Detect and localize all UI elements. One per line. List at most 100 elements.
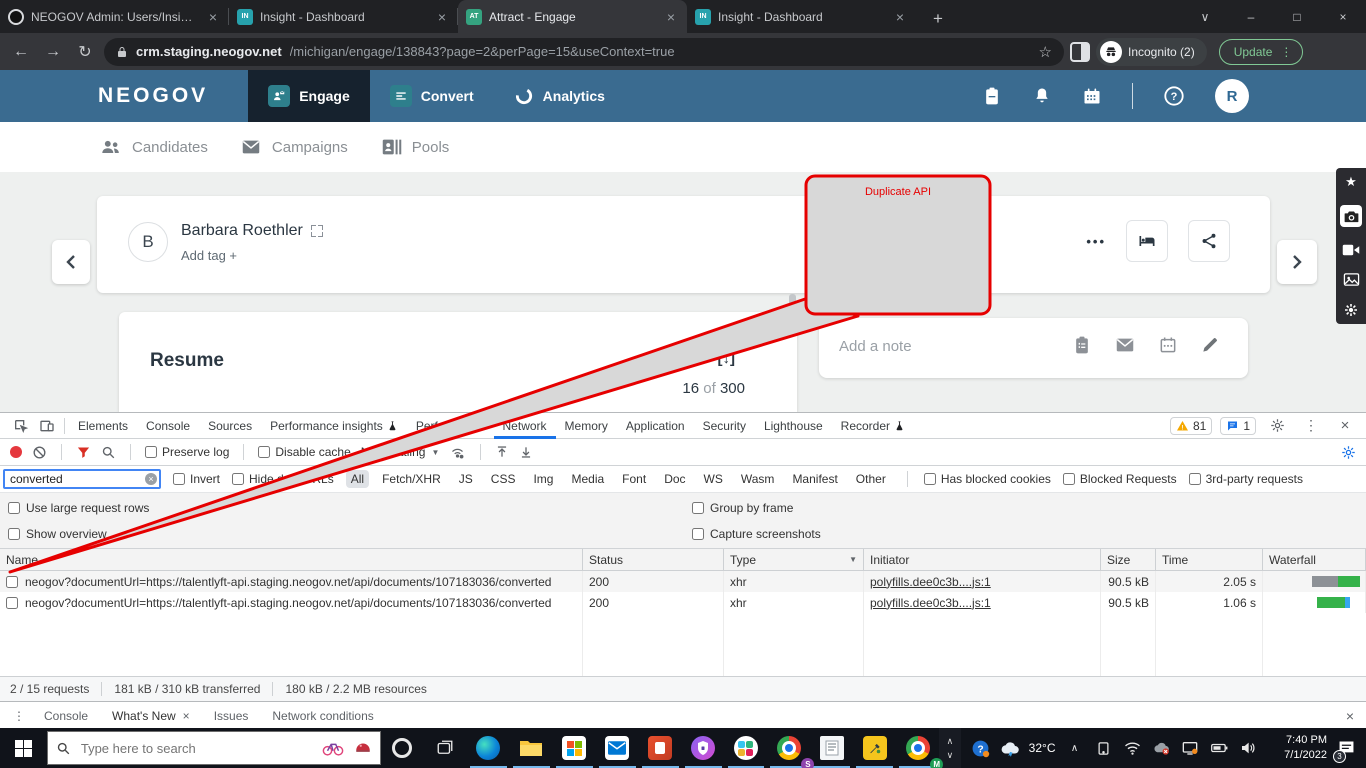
rest-bed-button[interactable] [1126, 220, 1168, 262]
column-header-size[interactable]: Size [1101, 549, 1156, 570]
download-resume-icon[interactable]: [↓] [718, 350, 736, 367]
column-header-initiator[interactable]: Initiator [864, 549, 1101, 570]
devtools-tab-network[interactable]: Network [494, 413, 556, 439]
type-filter-font[interactable]: Font [617, 470, 651, 488]
bookmark-star-icon[interactable]: ☆ [1039, 43, 1052, 61]
reload-icon[interactable]: ↻ [72, 39, 98, 65]
tab-close-icon[interactable]: × [892, 9, 908, 25]
duplicate-indicator-icon[interactable] [311, 225, 323, 237]
note-edit-pencil-icon[interactable] [1200, 335, 1220, 355]
devtools-tab-elements[interactable]: Elements [69, 413, 137, 439]
sync-error-icon[interactable] [1151, 738, 1171, 758]
devtools-menu-kebab-icon[interactable]: ⋮ [1298, 414, 1324, 438]
request-initiator-link[interactable]: polyfills.dee0c3b....js:1 [870, 575, 991, 589]
column-header-waterfall[interactable]: Waterfall [1263, 549, 1366, 570]
devtools-settings-gear-icon[interactable] [1264, 414, 1290, 438]
taskbar-app-file-explorer[interactable] [510, 728, 553, 768]
hide-data-urls-checkbox[interactable]: Hide data URLs [232, 472, 334, 486]
weather-temp[interactable]: 32°C [1029, 741, 1056, 755]
devtools-tab-lighthouse[interactable]: Lighthouse [755, 413, 832, 439]
column-header-type[interactable]: Type ▼ [724, 549, 864, 570]
devtools-tab-sources[interactable]: Sources [199, 413, 261, 439]
warnings-badge[interactable]: ! 81 [1170, 417, 1212, 435]
type-filter-wasm[interactable]: Wasm [736, 470, 780, 488]
taskbar-app-chrome-profile-s[interactable]: S [767, 728, 810, 768]
blocked-requests-checkbox[interactable]: Blocked Requests [1063, 472, 1177, 486]
type-filter-media[interactable]: Media [566, 470, 609, 488]
blocked-requests-box[interactable] [1063, 473, 1075, 485]
show-overview-box[interactable] [8, 528, 20, 540]
devtools-tab-recorder[interactable]: Recorder [832, 413, 914, 439]
drawer-menu-kebab-icon[interactable]: ⋮ [6, 704, 32, 728]
drawer-tab-issues[interactable]: Issues [202, 702, 261, 730]
row-checkbox[interactable] [6, 576, 18, 588]
third-party-requests-checkbox[interactable]: 3rd-party requests [1189, 472, 1303, 486]
taskbar-clock[interactable]: 7:40 PM 7/1/2022 [1266, 733, 1327, 763]
volume-icon[interactable] [1238, 738, 1258, 758]
share-button[interactable] [1188, 220, 1230, 262]
devtools-tab-security[interactable]: Security [694, 413, 755, 439]
disable-cache-box[interactable] [258, 446, 270, 458]
scroll-down-icon[interactable]: ∨ [947, 750, 954, 761]
record-network-log-button[interactable] [10, 446, 22, 458]
calendar-icon[interactable] [1082, 86, 1102, 106]
battery-icon[interactable] [1209, 738, 1229, 758]
type-filter-all[interactable]: All [346, 470, 369, 488]
weather-cloud-icon[interactable] [1000, 738, 1020, 758]
taskbar-search[interactable] [47, 731, 381, 765]
scroll-up-icon[interactable]: ∧ [947, 736, 954, 747]
drawer-tab-close-icon[interactable]: × [183, 709, 190, 723]
minimize-button[interactable]: – [1228, 0, 1274, 33]
devtools-tab-performance-insights[interactable]: Performance insights [261, 413, 407, 439]
taskbar-app-office[interactable] [639, 728, 682, 768]
capture-pin-star-icon[interactable]: ★ [1345, 174, 1357, 190]
add-note-card[interactable]: Add a note [819, 318, 1248, 378]
devtools-tab-application[interactable]: Application [617, 413, 694, 439]
taskbar-app-store[interactable] [553, 728, 596, 768]
import-har-icon[interactable] [495, 445, 509, 459]
update-button[interactable]: Update ⋮ [1219, 39, 1304, 65]
add-tag-button[interactable]: Add tag + [181, 248, 237, 263]
drawer-tab-whats-new[interactable]: What's New × [100, 702, 202, 730]
note-tasks-icon[interactable] [1072, 335, 1092, 355]
devtools-close-icon[interactable]: × [1332, 414, 1358, 438]
type-filter-doc[interactable]: Doc [659, 470, 690, 488]
hide-data-urls-box[interactable] [232, 473, 244, 485]
drawer-tab-network-conditions[interactable]: Network conditions [260, 702, 385, 730]
type-filter-manifest[interactable]: Manifest [787, 470, 842, 488]
screen-cast-icon[interactable] [1180, 738, 1200, 758]
has-blocked-cookies-checkbox[interactable]: Has blocked cookies [924, 472, 1051, 486]
tab-close-icon[interactable]: × [663, 9, 679, 25]
drawer-close-icon[interactable]: × [1346, 708, 1354, 724]
browser-tab-3-active[interactable]: AT Attract - Engage × [458, 0, 687, 33]
taskbar-app-chrome-profile-m[interactable]: M [896, 728, 939, 768]
taskbar-app-toolbox[interactable] [853, 728, 896, 768]
tasks-clipboard-icon[interactable] [982, 86, 1002, 106]
browser-tab-4[interactable]: IN Insight - Dashboard × [687, 0, 916, 33]
group-by-frame-checkbox[interactable]: Group by frame [692, 501, 793, 515]
clear-network-log-icon[interactable] [32, 445, 47, 460]
image-gallery-icon[interactable] [1343, 272, 1360, 287]
maximize-button[interactable]: □ [1274, 0, 1320, 33]
subnav-candidates[interactable]: Candidates [100, 136, 208, 158]
screenshot-camera-icon[interactable] [1340, 205, 1362, 227]
filter-funnel-icon[interactable] [76, 445, 91, 460]
type-filter-xhr[interactable]: Fetch/XHR [377, 470, 446, 488]
nav-analytics[interactable]: Analytics [494, 70, 625, 122]
tab-close-icon[interactable]: × [205, 9, 221, 25]
devtools-tab-performance[interactable]: Performance [407, 413, 494, 439]
has-blocked-cookies-box[interactable] [924, 473, 936, 485]
subnav-campaigns[interactable]: Campaigns [240, 136, 348, 158]
network-conditions-icon[interactable] [449, 445, 466, 460]
capture-screenshots-checkbox[interactable]: Capture screenshots [692, 527, 821, 541]
request-initiator-link[interactable]: polyfills.dee0c3b....js:1 [870, 596, 991, 610]
type-filter-js[interactable]: JS [454, 470, 478, 488]
taskbar-app-mail[interactable] [596, 728, 639, 768]
next-candidate-button[interactable] [1277, 240, 1317, 284]
devtools-tab-memory[interactable]: Memory [556, 413, 617, 439]
type-filter-img[interactable]: Img [528, 470, 558, 488]
request-name[interactable]: neogov?documentUrl=https://talentlyft-ap… [25, 596, 551, 610]
start-button[interactable] [0, 728, 47, 768]
invert-box[interactable] [173, 473, 185, 485]
column-header-name[interactable]: Name [0, 549, 583, 570]
